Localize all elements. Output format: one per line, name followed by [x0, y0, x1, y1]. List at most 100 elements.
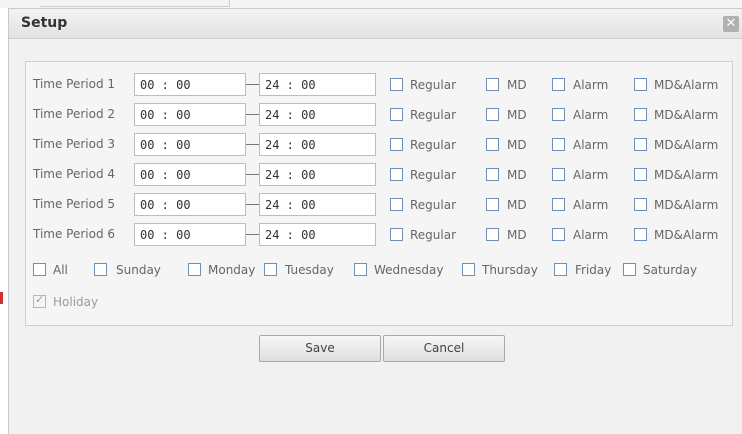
- period-6-md-checkbox[interactable]: [486, 228, 499, 241]
- period-6-end-time[interactable]: 24 : 00: [259, 223, 376, 246]
- time-range-dash: [246, 204, 259, 205]
- regular-label: Regular: [410, 228, 457, 242]
- period-row-2: Time Period 2 00 : 00 24 : 00 Regular MD…: [26, 103, 732, 127]
- alarm-label: Alarm: [573, 138, 609, 152]
- day-monday-label: Monday: [208, 263, 256, 277]
- period-3-end-time[interactable]: 24 : 00: [259, 133, 376, 156]
- period-1-alarm-checkbox[interactable]: [552, 78, 565, 91]
- md-alarm-label: MD&Alarm: [654, 138, 719, 152]
- period-1-start-time[interactable]: 00 : 00: [134, 73, 246, 96]
- day-thursday-checkbox[interactable]: [462, 263, 475, 276]
- holiday-checkbox[interactable]: [33, 293, 46, 308]
- period-1-md-alarm-checkbox[interactable]: [634, 78, 647, 91]
- period-4-md-alarm-checkbox[interactable]: [634, 168, 647, 181]
- period-3-alarm-checkbox[interactable]: [552, 138, 565, 151]
- day-tuesday-checkbox[interactable]: [264, 263, 277, 276]
- period-6-regular-checkbox[interactable]: [390, 228, 403, 241]
- days-row: All Sunday Monday Tuesday Wednesday Thur…: [26, 258, 732, 282]
- period-row-4: Time Period 4 00 : 00 24 : 00 Regular MD…: [26, 163, 732, 187]
- day-tuesday-label: Tuesday: [285, 263, 334, 277]
- day-friday-checkbox[interactable]: [554, 263, 567, 276]
- day-wednesday-label: Wednesday: [374, 263, 444, 277]
- period-2-md-alarm-checkbox[interactable]: [634, 108, 647, 121]
- md-label: MD: [507, 138, 527, 152]
- period-label-2: Time Period 2: [33, 107, 116, 121]
- cancel-button[interactable]: Cancel: [383, 335, 505, 362]
- period-4-regular-checkbox[interactable]: [390, 168, 403, 181]
- time-range-dash: [246, 174, 259, 175]
- day-wednesday-checkbox[interactable]: [354, 263, 367, 276]
- period-1-md-checkbox[interactable]: [486, 78, 499, 91]
- period-5-end-time[interactable]: 24 : 00: [259, 193, 376, 216]
- md-alarm-label: MD&Alarm: [654, 78, 719, 92]
- time-range-dash: [246, 114, 259, 115]
- background-marker: [0, 292, 3, 304]
- md-label: MD: [507, 228, 527, 242]
- background-tab-outline: [40, 0, 230, 7]
- md-label: MD: [507, 168, 527, 182]
- dialog-title: Setup: [21, 15, 68, 31]
- period-4-end-time[interactable]: 24 : 00: [259, 163, 376, 186]
- day-monday-checkbox[interactable]: [188, 263, 201, 276]
- md-alarm-label: MD&Alarm: [654, 168, 719, 182]
- period-3-start-time[interactable]: 00 : 00: [134, 133, 246, 156]
- day-thursday-label: Thursday: [482, 263, 538, 277]
- period-label-1: Time Period 1: [33, 77, 116, 91]
- period-2-regular-checkbox[interactable]: [390, 108, 403, 121]
- period-1-end-time[interactable]: 24 : 00: [259, 73, 376, 96]
- period-5-alarm-checkbox[interactable]: [552, 198, 565, 211]
- period-4-alarm-checkbox[interactable]: [552, 168, 565, 181]
- close-icon[interactable]: ✕: [723, 16, 739, 32]
- period-2-md-checkbox[interactable]: [486, 108, 499, 121]
- period-4-start-time[interactable]: 00 : 00: [134, 163, 246, 186]
- period-1-regular-checkbox[interactable]: [390, 78, 403, 91]
- period-label-3: Time Period 3: [33, 137, 116, 151]
- period-5-start-time[interactable]: 00 : 00: [134, 193, 246, 216]
- period-3-md-checkbox[interactable]: [486, 138, 499, 151]
- period-2-end-time[interactable]: 24 : 00: [259, 103, 376, 126]
- md-alarm-label: MD&Alarm: [654, 228, 719, 242]
- day-all-label: All: [53, 263, 68, 277]
- period-5-md-alarm-checkbox[interactable]: [634, 198, 647, 211]
- time-range-dash: [246, 234, 259, 235]
- period-2-alarm-checkbox[interactable]: [552, 108, 565, 121]
- period-5-md-checkbox[interactable]: [486, 198, 499, 211]
- period-3-regular-checkbox[interactable]: [390, 138, 403, 151]
- dialog-titlebar[interactable]: Setup ✕: [9, 9, 742, 39]
- period-6-alarm-checkbox[interactable]: [552, 228, 565, 241]
- period-row-5: Time Period 5 00 : 00 24 : 00 Regular MD…: [26, 193, 732, 217]
- alarm-label: Alarm: [573, 78, 609, 92]
- md-label: MD: [507, 78, 527, 92]
- period-label-4: Time Period 4: [33, 167, 116, 181]
- period-label-5: Time Period 5: [33, 197, 116, 211]
- period-3-md-alarm-checkbox[interactable]: [634, 138, 647, 151]
- period-2-start-time[interactable]: 00 : 00: [134, 103, 246, 126]
- day-friday-label: Friday: [575, 263, 612, 277]
- period-6-md-alarm-checkbox[interactable]: [634, 228, 647, 241]
- period-4-md-checkbox[interactable]: [486, 168, 499, 181]
- md-label: MD: [507, 198, 527, 212]
- day-saturday-checkbox[interactable]: [623, 263, 636, 276]
- period-5-regular-checkbox[interactable]: [390, 198, 403, 211]
- regular-label: Regular: [410, 138, 457, 152]
- day-sunday-checkbox[interactable]: [94, 263, 107, 276]
- period-row-1: Time Period 1 00 : 00 24 : 00 Regular MD…: [26, 73, 732, 97]
- md-alarm-label: MD&Alarm: [654, 108, 719, 122]
- time-range-dash: [246, 144, 259, 145]
- holiday-row: Holiday: [26, 290, 732, 314]
- day-all-checkbox[interactable]: [33, 263, 46, 276]
- regular-label: Regular: [410, 198, 457, 212]
- regular-label: Regular: [410, 168, 457, 182]
- md-label: MD: [507, 108, 527, 122]
- alarm-label: Alarm: [573, 108, 609, 122]
- save-button[interactable]: Save: [259, 335, 381, 362]
- regular-label: Regular: [410, 108, 457, 122]
- period-6-start-time[interactable]: 00 : 00: [134, 223, 246, 246]
- md-alarm-label: MD&Alarm: [654, 198, 719, 212]
- holiday-label: Holiday: [53, 295, 99, 309]
- alarm-label: Alarm: [573, 228, 609, 242]
- period-row-3: Time Period 3 00 : 00 24 : 00 Regular MD…: [26, 133, 732, 157]
- alarm-label: Alarm: [573, 168, 609, 182]
- alarm-label: Alarm: [573, 198, 609, 212]
- day-sunday-label: Sunday: [116, 263, 161, 277]
